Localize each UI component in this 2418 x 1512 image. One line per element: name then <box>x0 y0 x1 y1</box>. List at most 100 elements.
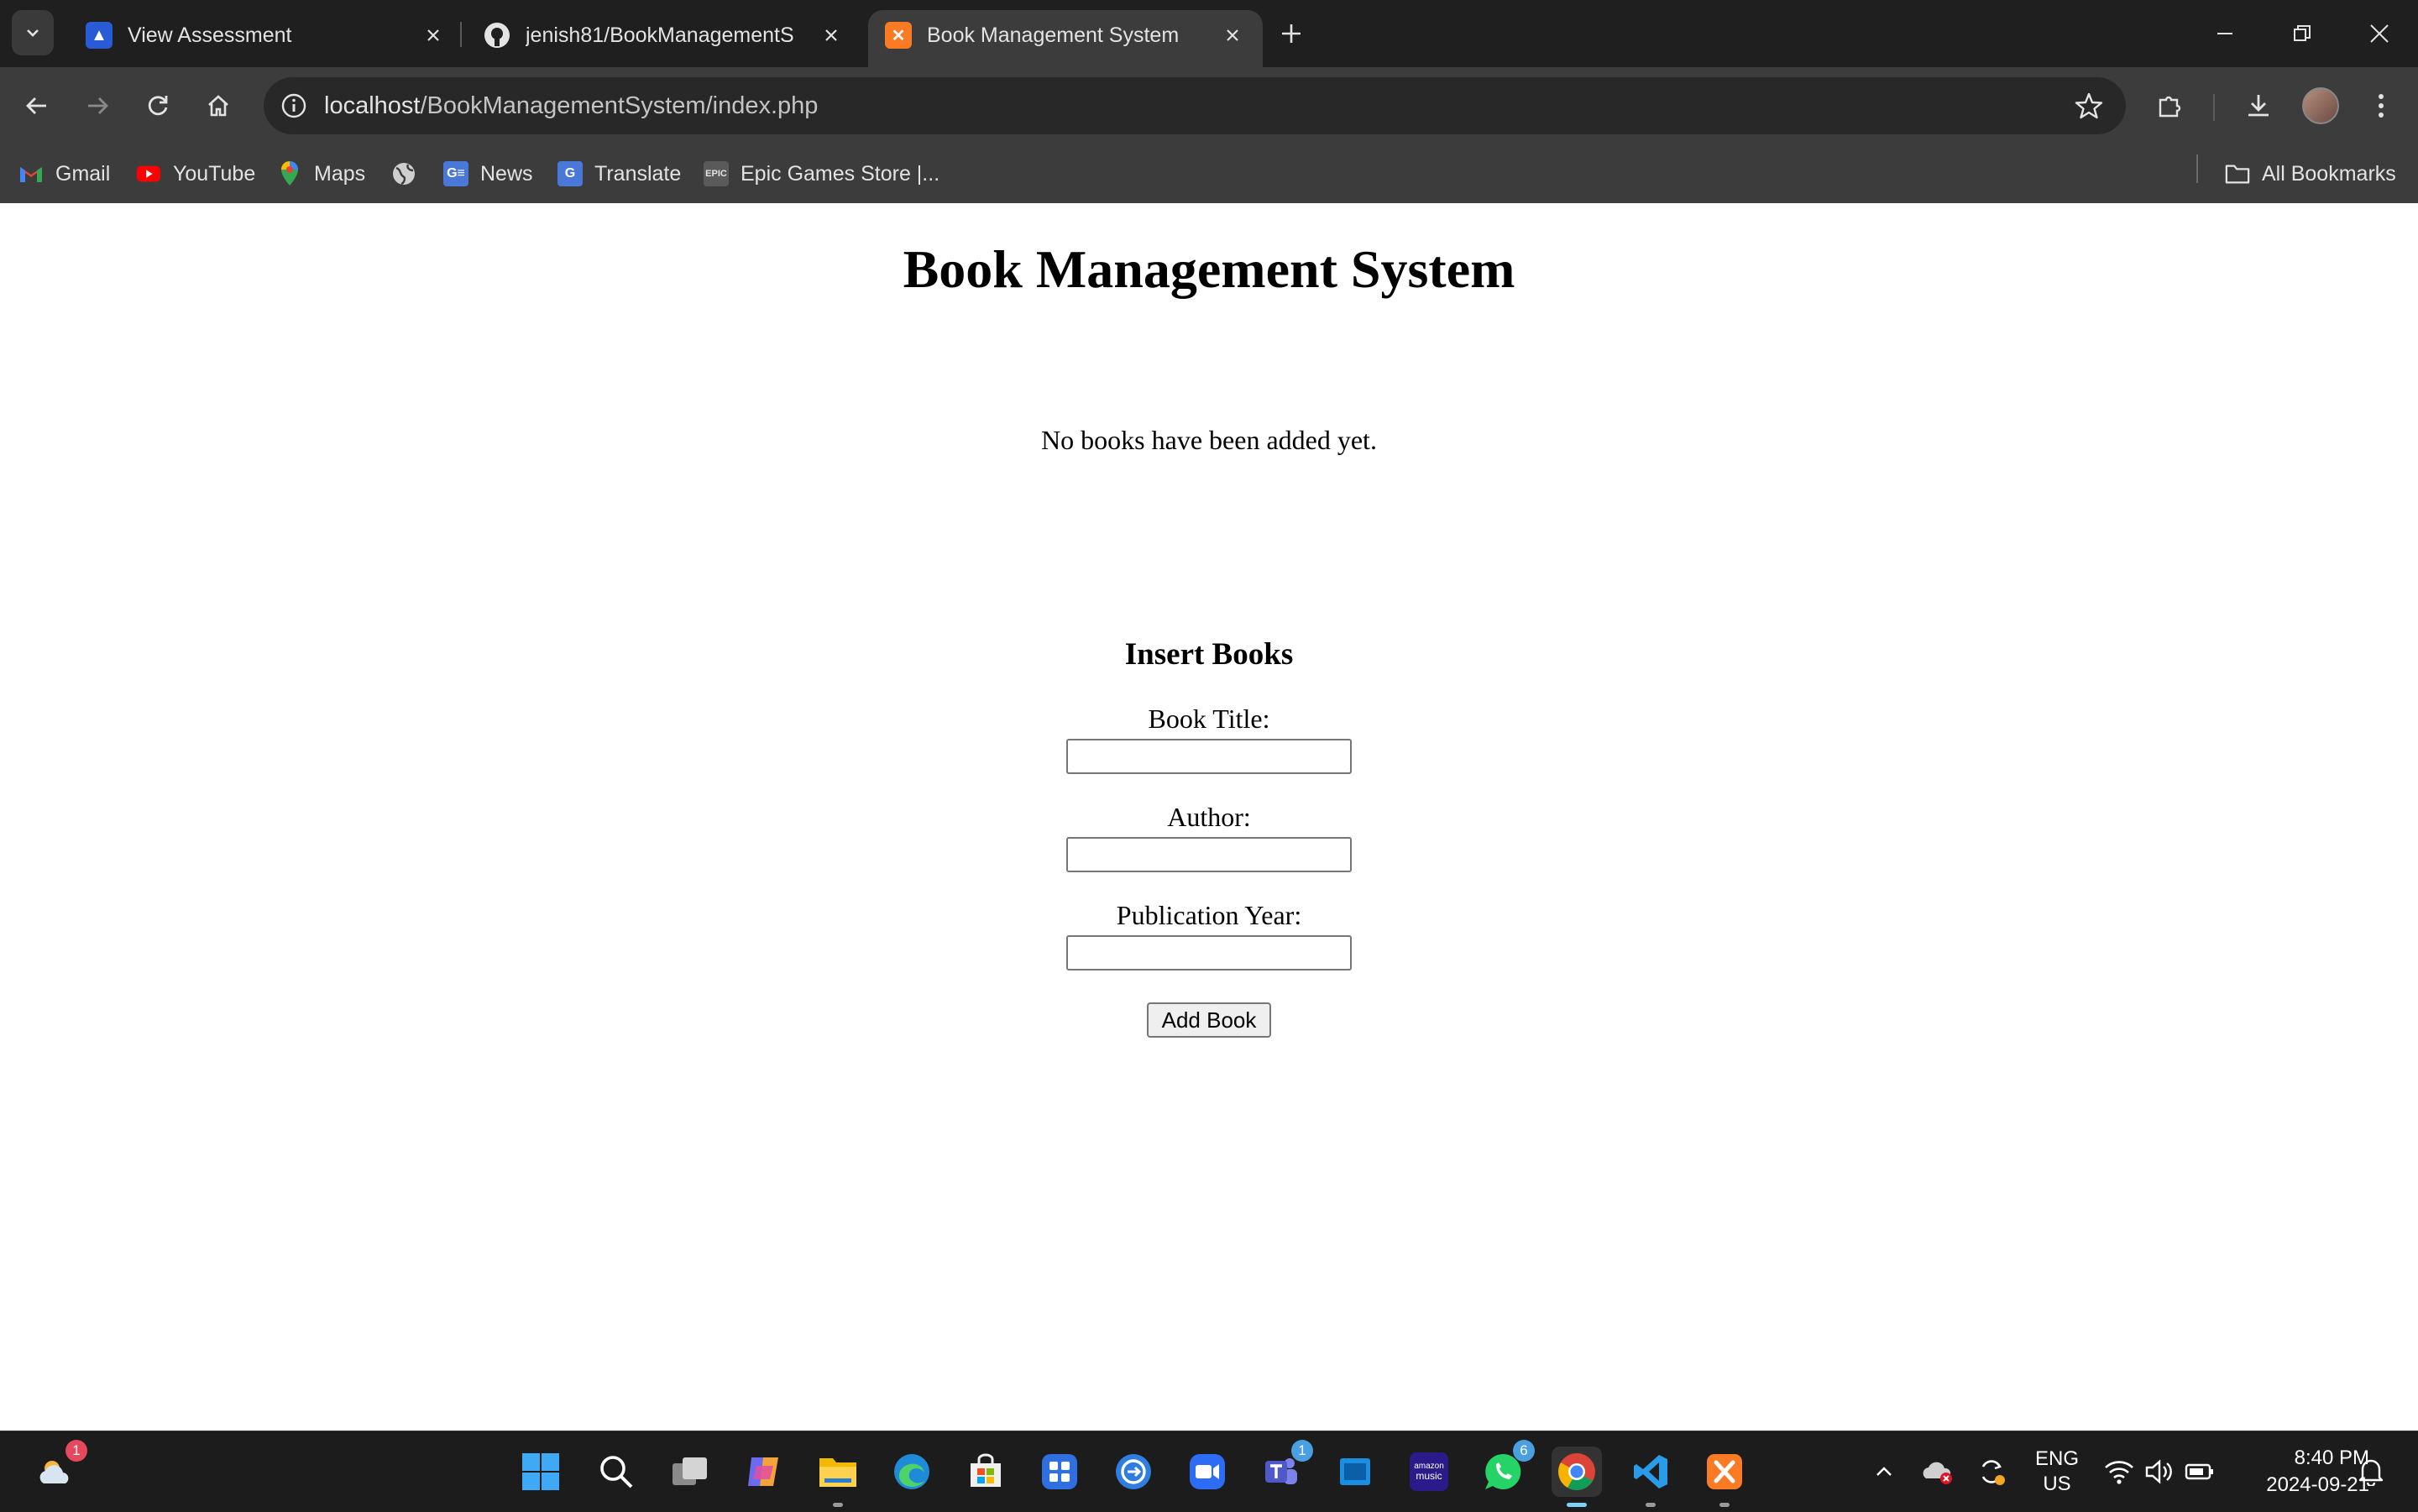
publication-year-label: Publication Year: <box>1116 900 1302 930</box>
tab-strip: ▲ View Assessment jenish81/BookManagemen… <box>0 0 2418 67</box>
back-button[interactable] <box>15 84 59 128</box>
bookmark-label: News <box>480 161 533 186</box>
tab-github[interactable]: jenish81/BookManagementSyst <box>467 10 861 67</box>
bookmarks-bar: Gmail YouTube Maps G≡ News G Translate E… <box>0 144 2418 204</box>
bookmark-youtube[interactable]: YouTube <box>136 156 255 191</box>
battery-status[interactable] <box>2183 1455 2216 1488</box>
forward-button[interactable] <box>76 84 119 128</box>
zoom-app[interactable] <box>1182 1447 1233 1497</box>
close-window-button[interactable] <box>2346 8 2413 59</box>
github-icon <box>484 22 510 49</box>
bell-icon <box>2358 1459 2384 1486</box>
browser-toolbar: localhost/BookManagementSystem/index.php <box>0 67 2418 144</box>
gmail-icon <box>18 161 44 186</box>
url-path: /BookManagementSystem/index.php <box>420 92 819 119</box>
file-explorer-app[interactable] <box>813 1447 863 1507</box>
copilot-icon <box>748 1457 778 1486</box>
close-tab-icon[interactable] <box>420 22 447 49</box>
teams-badge: 1 <box>1291 1440 1313 1462</box>
dev-home-icon <box>1042 1454 1077 1489</box>
profile-avatar[interactable] <box>2302 87 2339 124</box>
tab-title: jenish81/BookManagementSyst <box>526 24 794 47</box>
windows-app[interactable] <box>1330 1447 1380 1497</box>
bookmark-globe[interactable] <box>391 156 428 191</box>
edge-icon <box>894 1454 929 1489</box>
quick-assist-icon <box>1116 1454 1151 1489</box>
windows-logo-icon <box>522 1453 559 1490</box>
close-tab-icon[interactable] <box>1219 22 1246 49</box>
language-indicator[interactable]: ENG US <box>2023 1447 2091 1497</box>
notifications-button[interactable] <box>2354 1455 2388 1488</box>
insert-books-heading: Insert Books <box>1124 637 1294 672</box>
empty-books-message: No books have been added yet. <box>1041 425 1377 455</box>
tab-search-button[interactable] <box>12 10 54 55</box>
bookmarks-divider <box>2196 154 2198 183</box>
restore-button[interactable] <box>2269 8 2336 59</box>
task-view-button[interactable] <box>665 1447 715 1497</box>
microsoft-store-app[interactable] <box>960 1447 1011 1497</box>
weather-badge: 1 <box>65 1440 87 1462</box>
amazon-music-app[interactable]: amazon music <box>1404 1447 1454 1497</box>
volume-status[interactable] <box>2143 1455 2176 1488</box>
quick-assist-app[interactable] <box>1108 1447 1159 1497</box>
home-button[interactable] <box>196 84 240 128</box>
chrome-app[interactable] <box>1552 1447 1602 1507</box>
bookmark-label: Maps <box>314 161 366 186</box>
assessment-logo-icon: ▲ <box>86 22 113 49</box>
wifi-status[interactable] <box>2102 1455 2136 1488</box>
author-label: Author: <box>1167 802 1251 832</box>
copilot-app[interactable] <box>739 1447 789 1497</box>
site-info-icon[interactable] <box>279 91 309 121</box>
svg-text:music: music <box>1416 1470 1442 1482</box>
epic-games-icon: EPIC <box>704 161 729 186</box>
clock[interactable]: 8:40 PM 2024-09-21 <box>2227 1445 2369 1499</box>
bookmark-translate[interactable]: G Translate <box>557 156 681 191</box>
whatsapp-app[interactable]: 6 <box>1478 1440 1535 1497</box>
book-title-label: Book Title: <box>1148 704 1270 734</box>
all-bookmarks-button[interactable]: All Bookmarks <box>2225 156 2396 191</box>
book-title-input[interactable] <box>1066 739 1352 774</box>
edge-app[interactable] <box>887 1447 937 1497</box>
bookmark-maps[interactable]: Maps <box>277 156 365 191</box>
new-tab-button[interactable] <box>1273 15 1310 52</box>
xampp-icon <box>1707 1454 1742 1489</box>
onedrive-status[interactable] <box>1921 1455 1955 1488</box>
windows-taskbar: 1 1 amazon music 6 ENG US 8:40 PM 2024-0… <box>0 1431 2418 1512</box>
vscode-app[interactable] <box>1625 1447 1676 1507</box>
sync-status[interactable] <box>1975 1455 2008 1488</box>
arrow-right-icon <box>88 97 108 114</box>
language-code: ENG <box>2034 1447 2079 1470</box>
teams-app[interactable]: 1 <box>1256 1440 1313 1497</box>
close-tab-icon[interactable] <box>818 22 845 49</box>
weather-widget[interactable]: 1 <box>30 1440 87 1497</box>
bookmark-star-icon[interactable] <box>2072 89 2106 123</box>
task-view-icon <box>673 1457 707 1485</box>
kebab-menu-icon <box>2379 94 2384 118</box>
downloads-button[interactable] <box>2237 84 2280 128</box>
google-news-icon: G≡ <box>443 161 468 186</box>
search-button[interactable] <box>591 1447 641 1497</box>
windows-app-icon <box>1340 1458 1370 1485</box>
add-book-button[interactable]: Add Book <box>1147 1002 1271 1038</box>
extensions-button[interactable] <box>2148 84 2191 128</box>
reload-button[interactable] <box>136 84 180 128</box>
minimize-button[interactable] <box>2191 8 2258 59</box>
onedrive-error-icon <box>1923 1462 1952 1484</box>
bookmark-news[interactable]: G≡ News <box>443 156 533 191</box>
xampp-app[interactable] <box>1699 1447 1750 1507</box>
download-icon <box>2248 95 2269 117</box>
author-input[interactable] <box>1066 837 1352 872</box>
address-bar[interactable]: localhost/BookManagementSystem/index.php <box>264 77 2126 134</box>
show-hidden-icons-button[interactable] <box>1867 1455 1901 1488</box>
start-button[interactable] <box>516 1447 566 1497</box>
minimize-icon <box>2217 33 2232 34</box>
bookmark-epic-games[interactable]: EPIC Epic Games Store |... <box>704 156 939 191</box>
browser-menu-button[interactable] <box>2359 84 2403 128</box>
tab-view-assessment[interactable]: ▲ View Assessment <box>69 10 463 67</box>
bookmark-label: Gmail <box>55 161 111 186</box>
bookmark-gmail[interactable]: Gmail <box>18 156 110 191</box>
publication-year-input[interactable] <box>1066 935 1352 971</box>
puzzle-icon <box>2159 96 2181 118</box>
tab-book-management[interactable]: ✕ Book Management System <box>868 10 1263 67</box>
dev-home-app[interactable] <box>1034 1447 1085 1497</box>
